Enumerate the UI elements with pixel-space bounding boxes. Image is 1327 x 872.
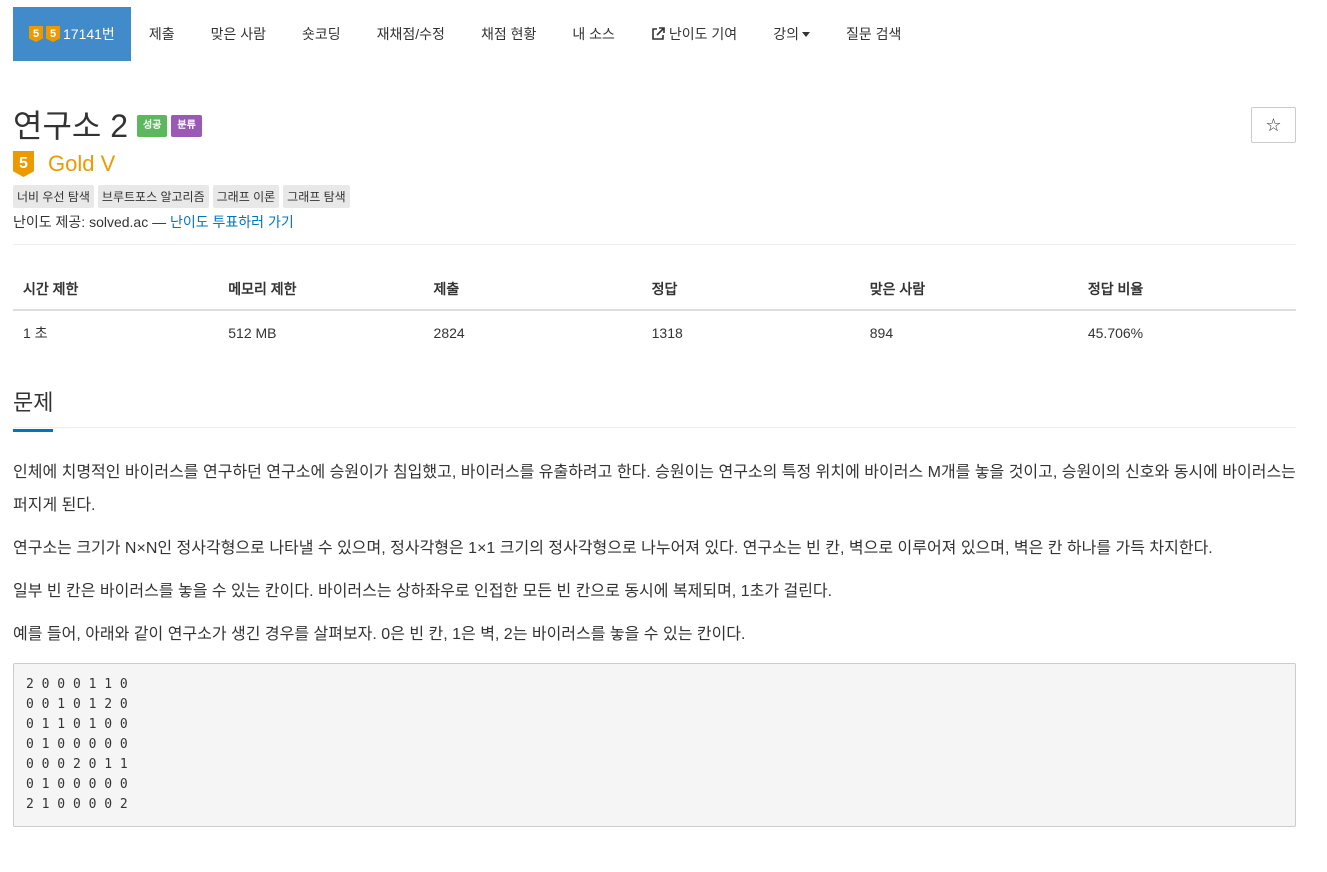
tag-graph-theory[interactable]: 그래프 이론 xyxy=(212,185,280,208)
stats-time-limit: 1 초 xyxy=(23,325,48,341)
nav-problem-number[interactable]: 5 5 17141번 xyxy=(13,7,131,61)
tier-gold-icon: 5 xyxy=(13,151,34,177)
stats-header-submissions: 제출 xyxy=(423,275,642,311)
problem-paragraph: 연구소는 크기가 N×N인 정사각형으로 나타낼 수 있으며, 정사각형은 1×… xyxy=(13,540,1213,557)
title-row: 연구소 2 성공 분류 ☆ xyxy=(13,107,1296,145)
star-icon: ☆ xyxy=(1265,114,1282,135)
difficulty-provider: 난이도 제공: solved.ac — 난이도 투표하러 가기 xyxy=(13,212,1296,232)
stats-header-solvers: 맞은 사람 xyxy=(859,275,1078,311)
category-badge[interactable]: 분류 xyxy=(171,115,202,137)
problem-title: 연구소 2 xyxy=(13,108,129,144)
stats-header-ratio: 정답 비율 xyxy=(1077,275,1296,311)
tag-graph-search[interactable]: 그래프 탐색 xyxy=(283,185,350,208)
stats-ratio: 45.706% xyxy=(1087,325,1144,341)
problem-stats-table: 시간 제한 메모리 제한 제출 정답 맞은 사람 정답 비율 1 초 512 M… xyxy=(13,275,1296,351)
stats-header-accepted: 정답 xyxy=(641,275,860,311)
tag-bruteforce[interactable]: 브루트포스 알고리즘 xyxy=(97,185,209,208)
external-link-icon xyxy=(652,27,665,40)
stats-solvers: 894 xyxy=(869,325,894,341)
tier-badge-icon: 5 xyxy=(29,26,43,42)
tier-row: 5 Gold V xyxy=(13,151,1296,177)
stats-header-row: 시간 제한 메모리 제한 제출 정답 맞은 사람 정답 비율 xyxy=(13,275,1296,311)
nav-my-source[interactable]: 내 소스 xyxy=(554,7,633,61)
nav-difficulty-contribute[interactable]: 난이도 기여 xyxy=(633,7,755,61)
problem-paragraph: 일부 빈 칸은 바이러스를 놓을 수 있는 칸이다. 바이러스는 상하좌우로 인… xyxy=(13,583,833,600)
stats-header-memory: 메모리 제한 xyxy=(218,275,424,311)
problem-nav: 5 5 17141번 제출 맞은 사람 숏코딩 재채점/수정 채점 현황 내 소… xyxy=(13,7,1296,61)
nav-accepted-users[interactable]: 맞은 사람 xyxy=(193,7,284,61)
stats-submissions: 2824 xyxy=(433,325,465,341)
nav-lecture-dropdown[interactable]: 강의 xyxy=(755,7,828,61)
nav-question-search[interactable]: 질문 검색 xyxy=(828,7,919,61)
vote-difficulty-link[interactable]: 난이도 투표하러 가기 xyxy=(170,214,294,230)
star-button[interactable]: ☆ xyxy=(1251,107,1296,143)
page: 5 5 17141번 제출 맞은 사람 숏코딩 재채점/수정 채점 현황 내 소… xyxy=(0,7,1327,872)
tier-name: Gold V xyxy=(48,151,116,176)
stats-memory-limit: 512 MB xyxy=(228,325,277,341)
nav-status[interactable]: 채점 현황 xyxy=(463,7,554,61)
stats-header-time: 시간 제한 xyxy=(13,275,219,311)
provider-text: 난이도 제공: solved.ac — xyxy=(13,214,170,230)
caret-down-icon xyxy=(801,31,810,37)
success-badge: 성공 xyxy=(137,115,168,137)
nav-lecture-label: 강의 xyxy=(773,26,799,42)
nav-problem-number-label: 17141번 xyxy=(63,26,115,42)
problem-paragraph: 예를 들어, 아래와 같이 연구소가 생긴 경우를 살펴보자. 0은 빈 칸, … xyxy=(13,626,746,643)
algorithm-tags: 너비 우선 탐색 브루트포스 알고리즘 그래프 이론 그래프 탐색 xyxy=(13,185,1296,208)
divider xyxy=(13,244,1296,245)
problem-paragraph: 인체에 치명적인 바이러스를 연구하던 연구소에 승원이가 침입했고, 바이러스… xyxy=(13,464,1296,514)
lab-grid-example: 2 0 0 0 1 1 0 0 0 1 0 1 2 0 0 1 1 0 1 0 … xyxy=(13,663,1296,827)
problem-section-header: 문제 xyxy=(13,383,1296,432)
nav-submit[interactable]: 제출 xyxy=(131,7,193,61)
section-title: 문제 xyxy=(13,383,54,432)
nav-short-coding[interactable]: 숏코딩 xyxy=(284,7,359,61)
nav-difficulty-contribute-label: 난이도 기여 xyxy=(668,26,738,42)
nav-rejudge[interactable]: 재채점/수정 xyxy=(359,7,463,61)
stats-accepted: 1318 xyxy=(651,325,683,341)
stats-value-row: 1 초 512 MB 2824 1318 894 45.706% xyxy=(13,310,1296,351)
tier-badge-icon: 5 xyxy=(46,26,60,42)
tag-bfs[interactable]: 너비 우선 탐색 xyxy=(13,185,94,208)
